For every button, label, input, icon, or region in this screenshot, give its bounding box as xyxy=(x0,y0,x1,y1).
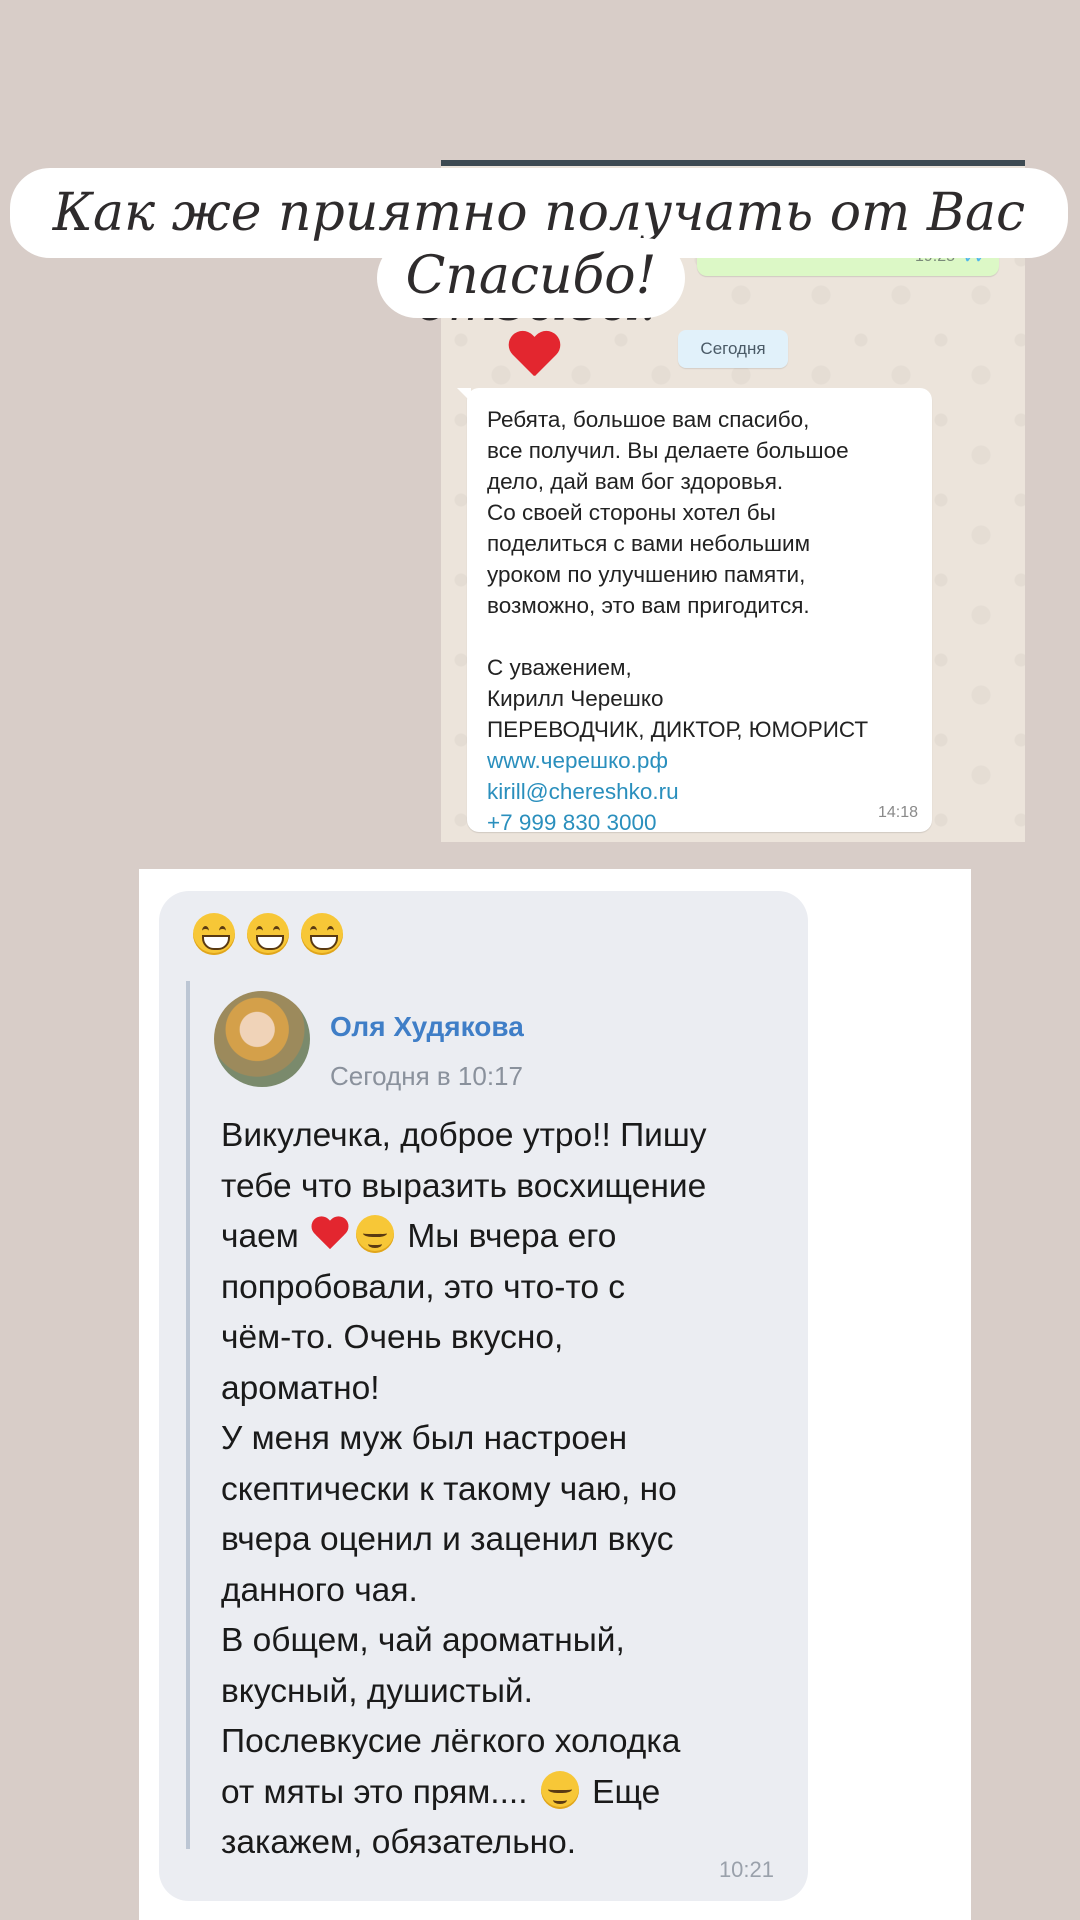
date-divider: Сегодня xyxy=(678,330,788,368)
emoji-row xyxy=(193,913,355,960)
message-line: вчера оценил и заценил вкус xyxy=(221,1521,674,1558)
message-text: Ребята, большое вам спасибо, все получил… xyxy=(487,404,920,838)
grinning-face-icon xyxy=(193,913,235,955)
bubble-tail xyxy=(457,388,471,402)
message-line: чаем Мы вчера его xyxy=(221,1212,707,1263)
message-line: Ребята, большое вам спасибо, xyxy=(487,407,810,432)
avatar[interactable] xyxy=(214,991,310,1087)
phone-link[interactable]: +7 999 830 3000 xyxy=(487,807,920,838)
signature-title: ПЕРЕВОДЧИК, ДИКТОР, ЮМОРИСТ xyxy=(487,717,869,742)
message-line: Со своей стороны хотел бы xyxy=(487,500,776,525)
message-bubble[interactable]: Оля Худякова Сегодня в 10:17 Викулечка, … xyxy=(159,891,808,1901)
message-line: Послевкусие лёгкого холодка xyxy=(221,1723,681,1760)
message-line: В общем, чай ароматный, xyxy=(221,1622,625,1659)
message-line: У меня муж был настроен xyxy=(221,1420,628,1457)
chat-screenshot-2: Оля Худякова Сегодня в 10:17 Викулечка, … xyxy=(139,869,971,1920)
message-line: скептически к такому чаю, но xyxy=(221,1470,677,1508)
message-time: 10:21 xyxy=(718,1857,774,1882)
headline-thanks: Спасибо! xyxy=(405,246,657,306)
incoming-message[interactable]: Ребята, большое вам спасибо, все получил… xyxy=(457,388,932,835)
message-line: дело, дай вам бог здоровья. xyxy=(487,469,784,494)
grinning-face-icon xyxy=(247,913,289,955)
message-line: чём-то. Очень вкусно, xyxy=(221,1319,564,1356)
message-line: вкусный, душистый. xyxy=(221,1672,533,1710)
message-line: ароматно! xyxy=(221,1369,380,1407)
message-line: от мяты это прям.... Еще xyxy=(221,1768,707,1819)
signature-name: Кирилл Черешко xyxy=(487,686,664,711)
relieved-face-icon xyxy=(540,1770,579,1809)
message-line: тебе что выразить восхищение xyxy=(221,1167,707,1205)
message-line: закажем, обязательно. xyxy=(221,1824,577,1861)
message-line: все получил. Вы делаете большое xyxy=(487,438,849,463)
message-line: поделиться с вами небольшим xyxy=(487,531,811,556)
message-line: уроком по улучшению памяти, xyxy=(487,562,806,587)
forwarded-message-text: Викулечка, доброе утро!! Пишу тебе что в… xyxy=(221,1111,707,1869)
message-timestamp: Сегодня в 10:17 xyxy=(330,1061,523,1091)
message-line: попробовали, это что-то с xyxy=(221,1268,626,1306)
red-heart-icon xyxy=(310,1217,350,1251)
forwarded-quote-bar xyxy=(186,981,190,1849)
headline-line-2: Спасибо! xyxy=(377,238,685,318)
author-name[interactable]: Оля Худякова xyxy=(330,1011,524,1043)
message-line: Викулечка, доброе утро!! Пишу xyxy=(221,1117,707,1154)
red-heart-icon xyxy=(507,332,561,380)
message-time: 14:18 xyxy=(877,804,918,821)
website-link[interactable]: www.черешко.рф xyxy=(487,745,920,776)
message-line: возможно, это вам пригодится. xyxy=(487,593,810,618)
message-line: данного чая. xyxy=(221,1571,418,1609)
relieved-face-icon xyxy=(356,1215,395,1253)
email-link[interactable]: kirill@chereshko.ru xyxy=(487,776,920,807)
signature-line: С уважением, xyxy=(487,655,632,680)
grinning-face-icon xyxy=(301,913,343,955)
